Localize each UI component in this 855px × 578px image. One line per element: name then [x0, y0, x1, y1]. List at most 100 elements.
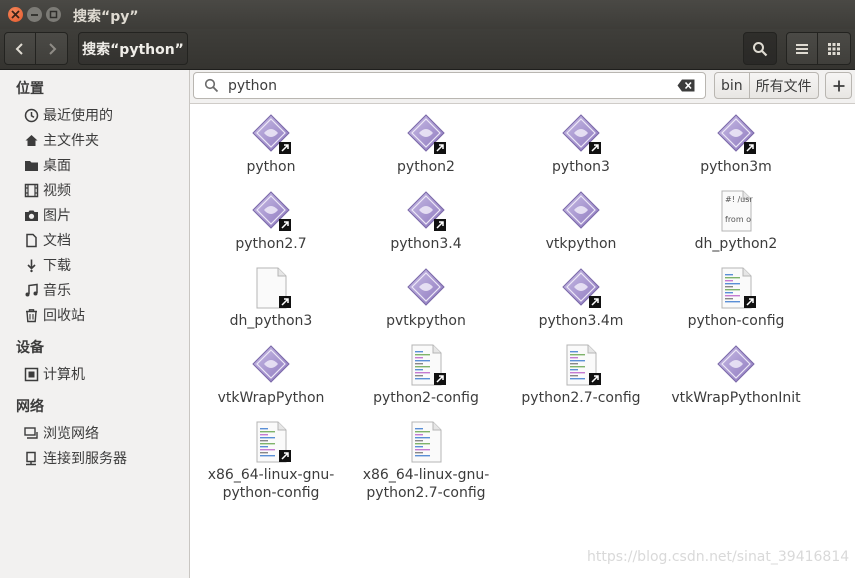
- sidebar-heading-places: 位置: [16, 81, 44, 97]
- list-view-button[interactable]: [786, 32, 818, 65]
- file-name-label: dh_python3: [229, 313, 313, 329]
- executable-file-icon: [249, 189, 293, 233]
- symlink-arrow: [434, 373, 446, 385]
- search-icon: [753, 41, 768, 56]
- symlink-arrow: [589, 373, 601, 385]
- text-file-icon: [559, 343, 603, 387]
- file-item[interactable]: vtkWrapPython: [196, 343, 346, 407]
- location-all-files-button[interactable]: 所有文件: [749, 72, 819, 99]
- file-item[interactable]: pvtkpython: [351, 266, 501, 330]
- sidebar-item-trash[interactable]: 回收站: [24, 304, 85, 326]
- window-close-button[interactable]: [8, 7, 23, 22]
- search-bar: bin 所有文件: [190, 70, 855, 104]
- sidebar-item-browse-network[interactable]: 浏览网络: [24, 422, 99, 444]
- search-field[interactable]: [193, 72, 706, 99]
- sidebar-item-computer[interactable]: 计算机: [24, 363, 85, 385]
- maximize-icon: [49, 10, 58, 19]
- sidebar-item-label: 图片: [43, 208, 71, 224]
- text-file-icon: [404, 343, 448, 387]
- sidebar-item-desktop[interactable]: 桌面: [24, 154, 71, 176]
- sidebar-item-downloads[interactable]: 下载: [24, 254, 71, 276]
- sidebar-item-label: 桌面: [43, 158, 71, 174]
- music-icon: [24, 283, 39, 298]
- sidebar-item-label: 连接到服务器: [43, 451, 127, 467]
- clear-search-icon[interactable]: [677, 79, 695, 92]
- sidebar-item-music[interactable]: 音乐: [24, 279, 71, 301]
- file-name-label: pvtkpython: [386, 313, 466, 329]
- file-item[interactable]: python3m: [661, 112, 811, 176]
- file-preview-text: from o: [725, 215, 752, 224]
- file-item[interactable]: python2.7-config: [506, 343, 656, 407]
- file-item[interactable]: vtkWrapPythonInit: [661, 343, 811, 407]
- file-name-label: python-config: [687, 313, 785, 329]
- file-item[interactable]: python3.4m: [506, 266, 656, 330]
- file-name-label-line: python2.7-config: [366, 485, 486, 501]
- symlink-arrow: [279, 142, 291, 154]
- file-item[interactable]: x86_64-linux-gnu-python2.7-config: [351, 420, 501, 502]
- text-file-icon: [714, 266, 758, 310]
- symlink-arrow: [434, 219, 446, 231]
- file-item[interactable]: x86_64-linux-gnu-python-config: [196, 420, 346, 502]
- home-icon: [24, 133, 39, 148]
- location-current-button[interactable]: bin: [714, 72, 750, 99]
- blank-file-icon: [249, 266, 293, 310]
- search-location-toggle: bin 所有文件: [714, 72, 819, 99]
- sidebar-item-documents[interactable]: 文档: [24, 229, 71, 251]
- video-icon: [24, 183, 39, 198]
- forward-button[interactable]: [36, 32, 68, 65]
- sidebar-item-recent[interactable]: 最近使用的: [24, 104, 113, 126]
- chevron-right-icon: [48, 42, 56, 55]
- symlink-arrow: [744, 296, 756, 308]
- window-maximize-button[interactable]: [46, 7, 61, 22]
- file-item[interactable]: dh_python3: [196, 266, 346, 330]
- back-button[interactable]: [4, 32, 36, 65]
- grid-icon: [828, 42, 840, 55]
- add-search-filter-button[interactable]: [825, 72, 852, 99]
- search-input[interactable]: [228, 76, 668, 95]
- path-bar-button[interactable]: 搜索“python”: [78, 32, 188, 65]
- sidebar-item-label: 视频: [43, 183, 71, 199]
- executable-file-icon: [559, 189, 603, 233]
- file-item[interactable]: #! /usr from o dh_python2: [661, 189, 811, 253]
- file-preview-text: #! /usr: [725, 195, 753, 204]
- file-name-label: python2.7: [235, 236, 307, 252]
- symlink-arrow: [279, 296, 291, 308]
- search-icon: [204, 78, 219, 93]
- executable-file-icon: [404, 189, 448, 233]
- file-item[interactable]: python3.4: [351, 189, 501, 253]
- sidebar-item-label: 文档: [43, 233, 71, 249]
- sidebar-heading-network: 网络: [16, 399, 44, 415]
- grid-view-button[interactable]: [818, 32, 851, 65]
- chevron-left-icon: [15, 42, 23, 55]
- desktop-folder-icon: [24, 158, 39, 173]
- file-name-label: python3: [552, 159, 610, 175]
- file-item[interactable]: python: [196, 112, 346, 176]
- sidebar-item-pictures[interactable]: 图片: [24, 204, 71, 226]
- symlink-arrow: [279, 219, 291, 231]
- file-name-label: python3.4m: [538, 313, 624, 329]
- symlink-arrow: [279, 450, 291, 462]
- plus-icon: [833, 80, 844, 91]
- header-bar: 搜索“python”: [0, 29, 855, 70]
- search-toggle-button[interactable]: [743, 32, 777, 65]
- file-item[interactable]: python-config: [661, 266, 811, 330]
- file-item[interactable]: python3: [506, 112, 656, 176]
- executable-file-icon: [404, 112, 448, 156]
- sidebar-item-label: 计算机: [43, 367, 85, 383]
- file-item[interactable]: python2.7: [196, 189, 346, 253]
- sidebar-item-home[interactable]: 主文件夹: [24, 129, 99, 151]
- list-icon: [796, 43, 808, 54]
- sidebar-item-connect-server[interactable]: 连接到服务器: [24, 447, 127, 469]
- symlink-arrow: [589, 296, 601, 308]
- server-icon: [24, 451, 39, 466]
- text-file-icon: [404, 420, 448, 464]
- clock-icon: [24, 108, 39, 123]
- window-minimize-button[interactable]: [27, 7, 42, 22]
- document-icon: [24, 233, 39, 248]
- file-item[interactable]: python2: [351, 112, 501, 176]
- file-item[interactable]: python2-config: [351, 343, 501, 407]
- close-icon: [11, 10, 20, 19]
- file-item[interactable]: vtkpython: [506, 189, 656, 253]
- sidebar-item-videos[interactable]: 视频: [24, 179, 71, 201]
- script-file-icon: #! /usr from o: [714, 189, 758, 233]
